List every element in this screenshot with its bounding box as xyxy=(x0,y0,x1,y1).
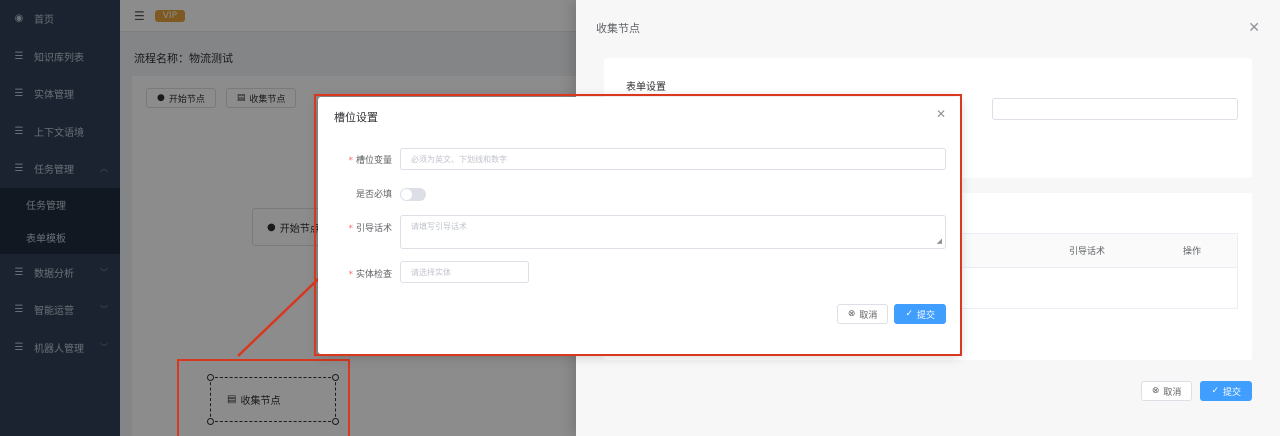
annotation-box-collect-node xyxy=(177,359,350,436)
annotation-box-dialog xyxy=(314,94,962,356)
